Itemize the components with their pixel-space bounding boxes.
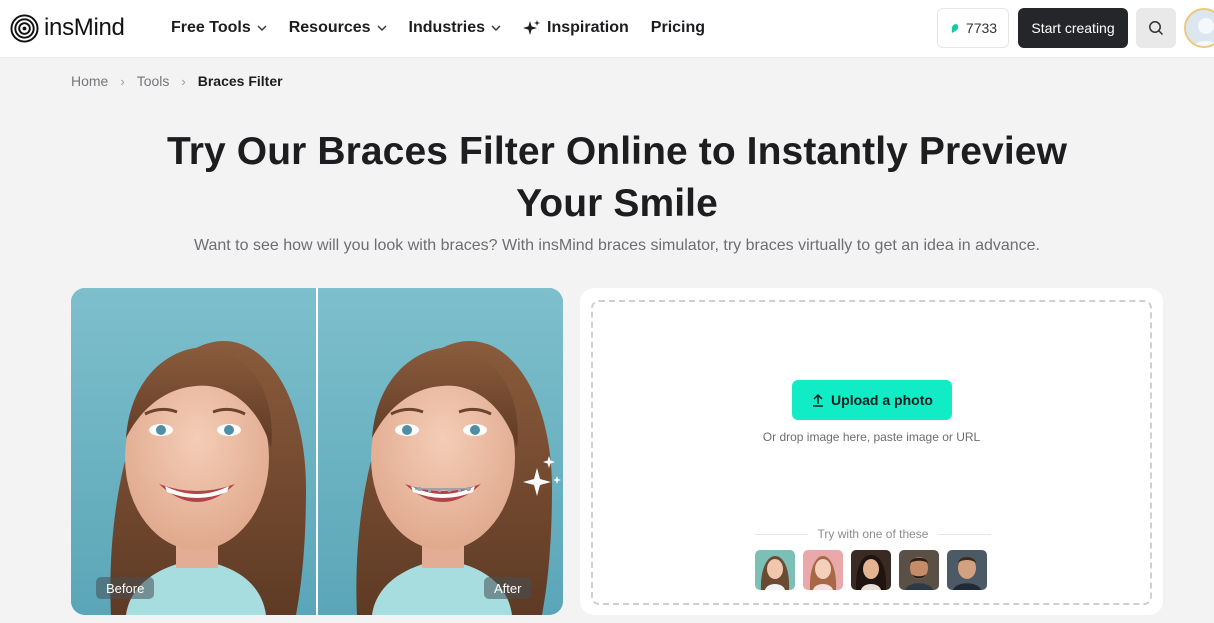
nav-pricing[interactable]: Pricing	[651, 17, 705, 39]
avatar-icon	[1186, 10, 1214, 46]
chevron-down-icon	[257, 25, 267, 31]
nav-resources-label: Resources	[288, 19, 371, 36]
sample-thumb-4	[899, 550, 939, 590]
sample-woman-3[interactable]	[851, 550, 891, 590]
sample-images	[755, 550, 995, 590]
concentric-circles-logo-icon	[10, 13, 39, 43]
credits-badge[interactable]: 7733	[937, 8, 1009, 48]
upload-arrow-icon	[813, 393, 824, 407]
upload-panel: Upload a photo Or drop image here, paste…	[580, 288, 1163, 615]
upload-photo-label: Upload a photo	[831, 392, 933, 408]
page-title: Try Our Braces Filter Online to Instantl…	[0, 126, 1214, 230]
sample-man-1[interactable]	[899, 550, 939, 590]
user-avatar[interactable]	[1184, 8, 1214, 48]
page-subtitle: Want to see how will you look with brace…	[193, 237, 1040, 254]
nav-free-tools[interactable]: Free Tools	[171, 17, 267, 39]
sample-man-2[interactable]	[947, 550, 987, 590]
page-title-line-1: Try Our Braces Filter Online to Instantl…	[166, 130, 1067, 173]
breadcrumb-tools[interactable]: Tools	[137, 73, 170, 89]
nav-free-tools-label: Free Tools	[171, 19, 251, 36]
try-samples-label: Try with one of these	[817, 527, 929, 541]
credit-gem-icon	[951, 23, 959, 33]
brand-logo[interactable]: insMind	[10, 13, 125, 43]
breadcrumb: Home › Tools › Braces Filter	[71, 72, 283, 90]
before-after-preview: Before After	[71, 288, 563, 615]
image-dropzone[interactable]: Upload a photo Or drop image here, paste…	[591, 300, 1152, 605]
sparkle-icon	[523, 20, 541, 35]
search-button[interactable]	[1136, 8, 1176, 48]
nav-inspiration[interactable]: Inspiration	[523, 17, 629, 39]
upload-photo-button[interactable]: Upload a photo	[792, 380, 952, 420]
nav-industries[interactable]: Industries	[409, 17, 501, 39]
nav-resources[interactable]: Resources	[289, 17, 387, 39]
brand-name: insMind	[44, 14, 125, 41]
divider-line	[755, 533, 808, 535]
nav-industries-label: Industries	[408, 19, 486, 36]
breadcrumb-home[interactable]: Home	[71, 73, 108, 89]
chevron-right-icon: ›	[120, 73, 125, 89]
nav-inspiration-label: Inspiration	[547, 19, 629, 36]
before-label: Before	[96, 577, 155, 599]
chevron-down-icon	[377, 25, 387, 31]
divider-line	[938, 533, 992, 535]
chevron-right-icon: ›	[181, 73, 186, 89]
drop-hint: Or drop image here, paste image or URL	[762, 430, 981, 444]
sample-woman-2[interactable]	[803, 550, 843, 590]
sample-thumb-3	[851, 550, 891, 590]
nav-links: Free Tools Resources Industries Inspirat…	[171, 17, 727, 39]
page-title-line-2: Your Smile	[516, 182, 718, 225]
nav-pricing-label: Pricing	[650, 19, 706, 36]
sample-thumb-2	[803, 550, 843, 590]
compare-divider-handle[interactable]	[316, 288, 318, 615]
sample-thumb-5	[947, 550, 987, 590]
after-label: After	[484, 577, 532, 599]
chevron-down-icon	[491, 25, 501, 31]
sample-thumb-1	[755, 550, 795, 590]
try-samples-divider: Try with one of these	[755, 526, 992, 542]
search-icon	[1149, 21, 1164, 36]
credits-count: 7733	[965, 20, 998, 36]
start-creating-button[interactable]: Start creating	[1018, 8, 1128, 48]
sample-woman-1[interactable]	[755, 550, 795, 590]
top-nav: insMind Free Tools Resources Industries …	[0, 0, 1214, 58]
breadcrumb-current: Braces Filter	[197, 73, 283, 89]
